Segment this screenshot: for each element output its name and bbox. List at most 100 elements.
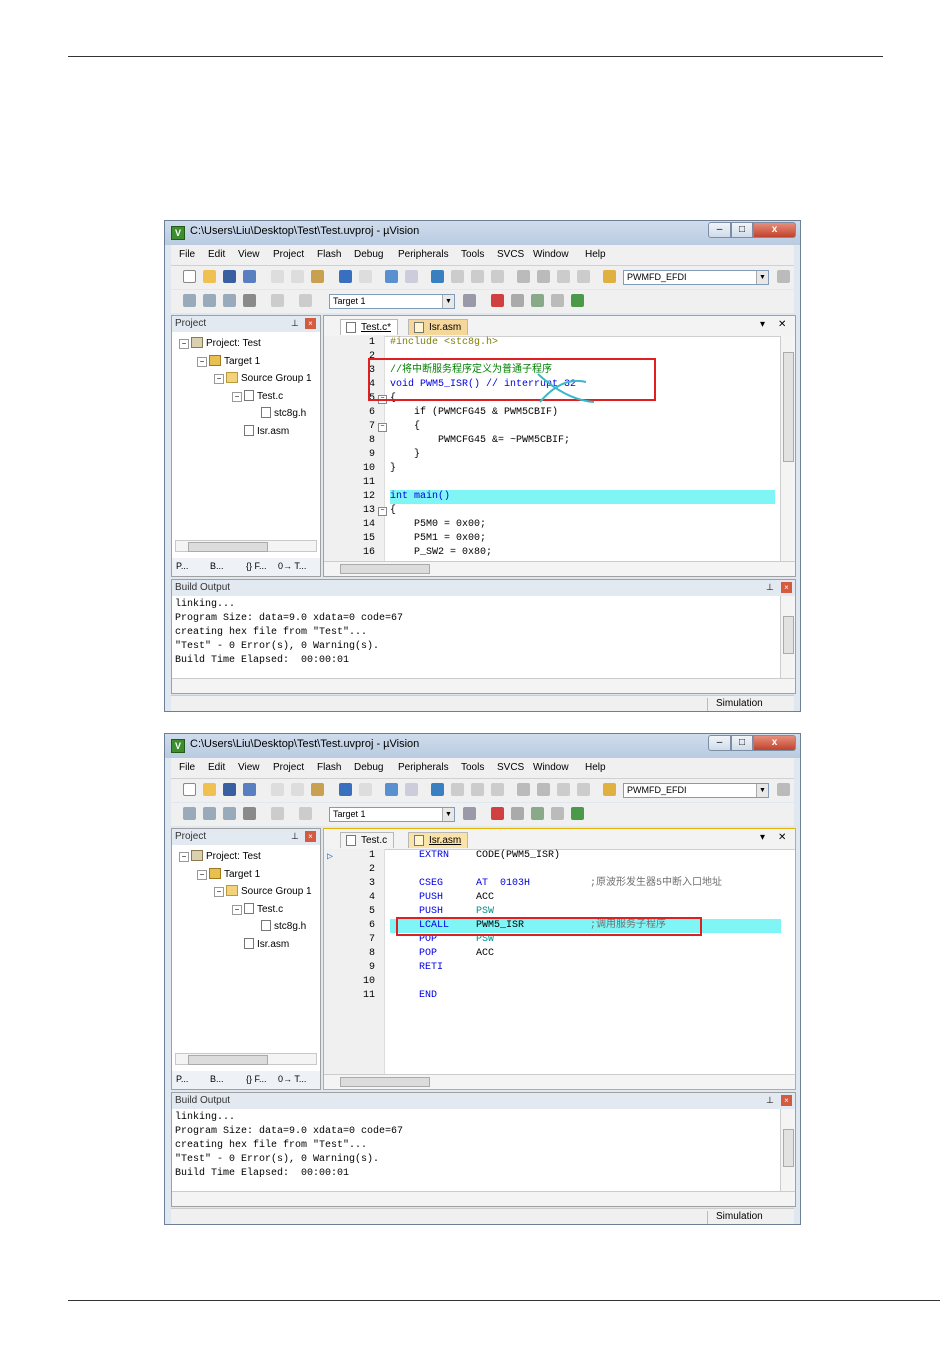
target-options-icon[interactable] [463,294,476,307]
tree-file-isr-asm[interactable]: Isr.asm [244,938,289,950]
tab-templates[interactable]: 0→ T... [278,1074,306,1084]
title-bar[interactable]: V C:\Users\Liu\Desktop\Test\Test.uvproj … [165,221,800,245]
comment-icon[interactable] [557,783,570,796]
open-file-icon[interactable] [203,783,216,796]
bookmark-clear-icon[interactable] [491,270,504,283]
close-icon[interactable]: × [781,582,792,593]
bookmark-next-icon[interactable] [471,783,484,796]
save-all-icon[interactable] [243,783,256,796]
menu-svcs[interactable]: SVCS [497,762,524,773]
bookmark-prev-icon[interactable] [451,783,464,796]
collapse-icon[interactable]: − [232,905,242,915]
device-select[interactable]: PWMFD_EFDI ▼ [623,783,769,798]
collapse-icon[interactable]: − [232,392,242,402]
unindent-icon[interactable] [537,783,550,796]
scroll-thumb[interactable] [188,1055,268,1065]
rebuild-icon[interactable] [223,294,236,307]
tab-list-icon[interactable]: ▾ [760,319,765,330]
save-icon[interactable] [223,783,236,796]
fold-icon[interactable]: − [378,507,387,516]
manage-components-icon[interactable] [491,294,504,307]
batch-build-icon[interactable] [243,807,256,820]
paste-icon[interactable] [311,783,324,796]
pack-installer-icon[interactable] [571,294,584,307]
tab-books[interactable]: B... [210,1074,224,1084]
select-packs-icon[interactable] [511,807,524,820]
close-button[interactable]: x [753,222,796,238]
pin-icon[interactable]: ⊥ [291,318,299,329]
pin-icon[interactable]: ⊥ [291,831,299,842]
title-bar[interactable]: V C:\Users\Liu\Desktop\Test\Test.uvproj … [165,734,800,758]
new-file-icon[interactable] [183,783,196,796]
menu-peripherals[interactable]: Peripherals [398,249,449,260]
menu-window[interactable]: Window [533,762,569,773]
editor-vscroll[interactable] [780,336,795,562]
tab-isr-asm[interactable]: Isr.asm [408,832,469,848]
nav-back-icon[interactable] [385,270,398,283]
tab-templates[interactable]: 0→ T... [278,561,306,571]
tree-target[interactable]: Target 1 [209,355,260,367]
copy-icon[interactable] [291,783,304,796]
collapse-icon[interactable]: − [197,357,207,367]
menu-window[interactable]: Window [533,249,569,260]
comment-icon[interactable] [557,270,570,283]
save-icon[interactable] [223,270,236,283]
output-vscroll[interactable] [780,596,795,679]
menu-view[interactable]: View [238,249,260,260]
collapse-icon[interactable]: − [214,374,224,384]
cut-icon[interactable] [271,270,284,283]
menu-edit[interactable]: Edit [208,249,225,260]
tab-test-c[interactable]: Test.c [340,832,395,848]
tab-functions[interactable]: {} F... [246,1074,267,1084]
collapse-icon[interactable]: − [197,870,207,880]
tree-source-group[interactable]: Source Group 1 [226,885,312,897]
menu-project[interactable]: Project [273,762,304,773]
output-hscroll[interactable] [172,678,795,693]
nav-back-icon[interactable] [385,783,398,796]
maximize-button[interactable]: □ [731,735,753,751]
project-hscroll[interactable] [175,1053,317,1065]
scroll-thumb[interactable] [340,1077,430,1087]
tab-isr-asm[interactable]: Isr.asm [408,319,469,335]
close-icon[interactable]: × [781,1095,792,1106]
open-file-icon[interactable] [203,270,216,283]
tree-file-isr-asm[interactable]: Isr.asm [244,425,289,437]
close-icon[interactable]: × [305,318,316,329]
select-packs-icon[interactable] [511,294,524,307]
bookmark-icon[interactable] [431,783,444,796]
tab-test-c[interactable]: Test.c* [340,319,399,335]
output-vscroll[interactable] [780,1109,795,1192]
menu-debug[interactable]: Debug [354,249,383,260]
editor-hscroll[interactable] [324,1074,795,1089]
bookmark-clear-icon[interactable] [491,783,504,796]
scroll-thumb[interactable] [340,564,430,574]
pin-icon[interactable]: ⊥ [766,582,774,593]
undo-icon[interactable] [339,783,352,796]
manage-rte-icon[interactable] [531,807,544,820]
tab-books[interactable]: B... [210,561,224,571]
collapse-icon[interactable]: − [214,887,224,897]
tree-file-stc8g-h[interactable]: stc8g.h [261,920,306,932]
fold-icon[interactable]: − [378,423,387,432]
project-hscroll[interactable] [175,540,317,552]
tree-file-test-c[interactable]: Test.c [244,903,283,915]
target-select[interactable]: Target 1 ▼ [329,294,455,309]
bookmark-next-icon[interactable] [471,270,484,283]
menu-view[interactable]: View [238,762,260,773]
tab-list-icon[interactable]: ▾ [760,832,765,843]
indent-icon[interactable] [517,270,530,283]
rebuild-icon[interactable] [223,807,236,820]
close-icon[interactable]: × [305,831,316,842]
find-in-files-icon[interactable] [603,270,616,283]
tree-file-test-c[interactable]: Test.c [244,390,283,402]
bookmark-icon[interactable] [431,270,444,283]
close-tab-icon[interactable]: ✕ [778,319,786,330]
download-icon[interactable] [299,807,312,820]
menu-debug[interactable]: Debug [354,762,383,773]
cut-icon[interactable] [271,783,284,796]
copy-icon[interactable] [291,270,304,283]
nav-forward-icon[interactable] [405,783,418,796]
device-select[interactable]: PWMFD_EFDI ▼ [623,270,769,285]
code-area[interactable]: 1 #include <stc8g.h> 2 3//将中断服务程序定义为普通子程序… [324,336,781,562]
collapse-icon[interactable]: − [179,852,189,862]
